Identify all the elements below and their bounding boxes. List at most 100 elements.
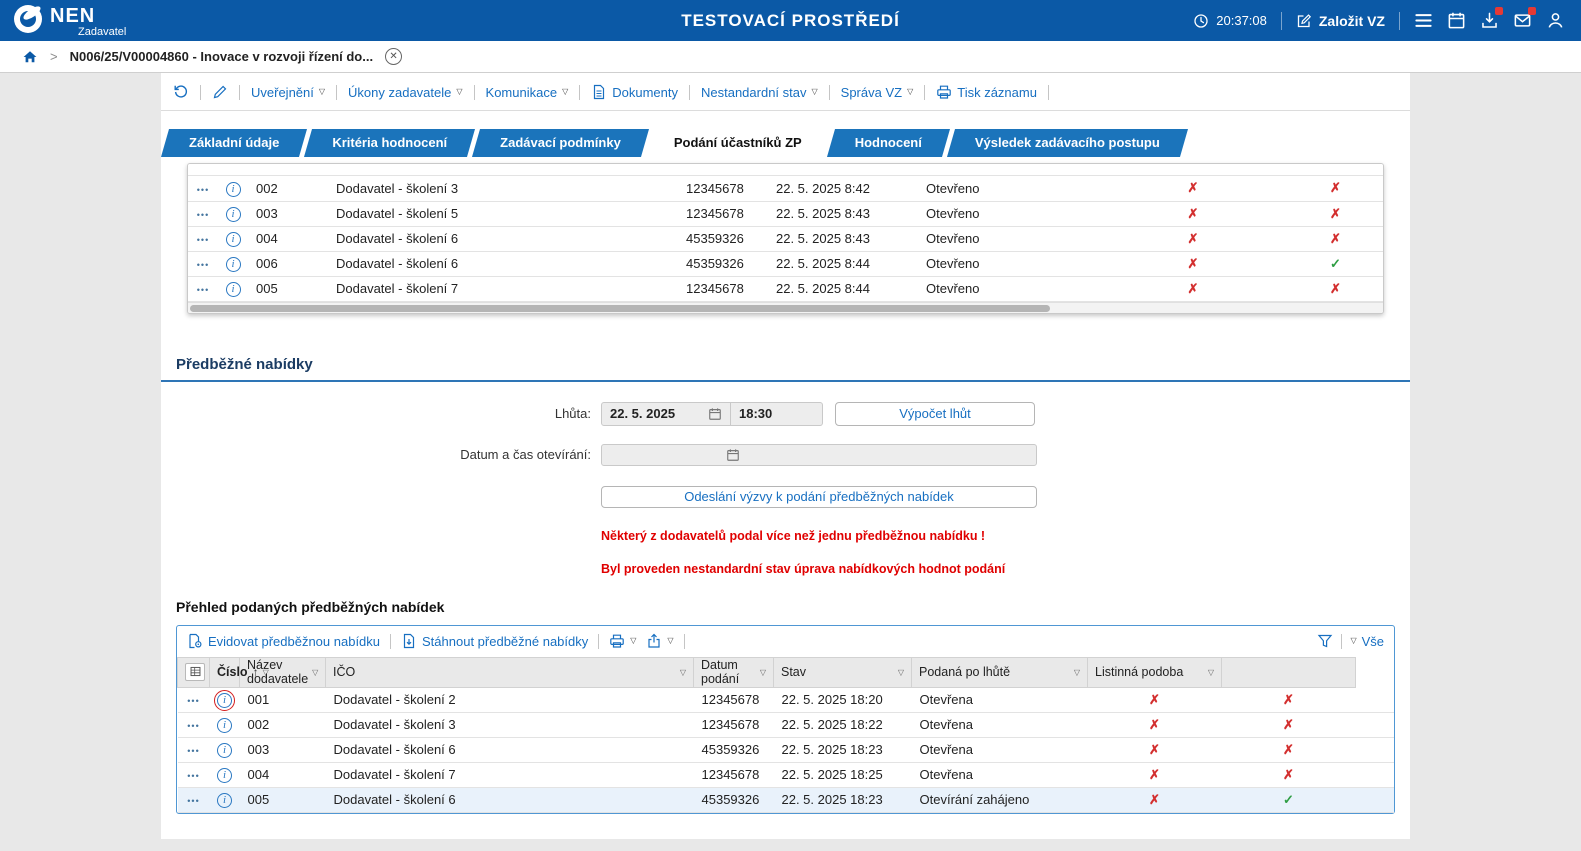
row-actions-icon[interactable]: •••: [197, 185, 209, 195]
menu-ukony-zadavatele[interactable]: Úkony zadavatele▽: [348, 85, 463, 100]
menu-uverejneni[interactable]: Uveřejnění▽: [251, 85, 325, 100]
calendar-icon[interactable]: [708, 407, 722, 421]
tab-kriteria-hodnoceni[interactable]: Kritéria hodnocení: [308, 129, 471, 157]
listinna-mark: ✓: [1330, 256, 1341, 271]
row-actions-icon[interactable]: •••: [197, 285, 209, 295]
filter-icon[interactable]: ▽: [312, 668, 318, 677]
messages-button[interactable]: [1513, 11, 1532, 30]
close-record-icon[interactable]: ✕: [385, 48, 402, 65]
row-actions-icon[interactable]: •••: [187, 796, 199, 806]
cell-stav: Otevřeno: [918, 176, 1123, 201]
info-icon[interactable]: i: [226, 232, 241, 247]
table-row[interactable]: ••• i 003 Dodavatel - školení 5 12345678…: [188, 201, 1384, 226]
separator: [200, 85, 201, 100]
oteviran-datetime-input[interactable]: [601, 444, 1037, 466]
warning-nonstandard-state: Byl proveden nestandardní stav úprava na…: [601, 562, 1410, 576]
cell-ico: 12345678: [694, 762, 774, 787]
table-row[interactable]: ••• i 001 Dodavatel - školení 2 12345678…: [178, 687, 1395, 712]
tab-zakladni-udaje[interactable]: Základní údaje: [165, 129, 303, 157]
tab-zadavaci-podminky[interactable]: Zadávací podmínky: [476, 129, 645, 157]
col-podana-po-lhute[interactable]: Podaná po lhůtě▽: [912, 657, 1088, 687]
export-icon: [646, 633, 662, 649]
cell-datum: 22. 5. 2025 18:22: [774, 712, 912, 737]
cell-stav: Otevřeno: [918, 201, 1123, 226]
export-menu-button[interactable]: ▽: [646, 633, 673, 649]
separator: [689, 85, 690, 100]
info-icon[interactable]: i: [217, 693, 232, 708]
row-actions-icon[interactable]: •••: [187, 746, 199, 756]
filter-vse-dropdown[interactable]: ▽ Vše: [1350, 634, 1384, 649]
cell-stav: Otevřena: [912, 737, 1088, 762]
cell-stav: Otevřeno: [918, 276, 1123, 301]
calendar-button[interactable]: [1447, 11, 1466, 30]
lhuta-date-input[interactable]: 22. 5. 2025: [601, 402, 731, 426]
filter-icon[interactable]: ▽: [1074, 668, 1080, 677]
profile-button[interactable]: [1546, 11, 1565, 30]
table-row-partial[interactable]: [188, 164, 1383, 176]
filter-icon[interactable]: ▽: [1208, 668, 1214, 677]
info-icon[interactable]: i: [217, 743, 232, 758]
info-icon[interactable]: i: [226, 257, 241, 272]
table-row[interactable]: ••• i 005 Dodavatel - školení 7 12345678…: [188, 276, 1384, 301]
col-stav[interactable]: Stav▽: [774, 657, 912, 687]
po-lhute-mark: ✗: [1149, 792, 1160, 807]
vypocet-lhut-button[interactable]: Výpočet lhůt: [835, 402, 1035, 426]
row-actions-icon[interactable]: •••: [187, 771, 199, 781]
lhuta-time-input[interactable]: 18:30: [731, 402, 823, 426]
info-icon[interactable]: i: [226, 282, 241, 297]
evidovat-nabidku-button[interactable]: Evidovat předběžnou nabídku: [187, 633, 380, 649]
info-icon[interactable]: i: [217, 793, 232, 808]
grid-icon[interactable]: [185, 663, 205, 681]
col-listinna-podoba[interactable]: Listinná podoba▽: [1088, 657, 1222, 687]
stahnout-nabidky-button[interactable]: Stáhnout předběžné nabídky: [401, 633, 588, 649]
menu-nestandardni-stav[interactable]: Nestandardní stav▽: [701, 85, 818, 100]
print-menu-button[interactable]: ▽: [609, 633, 636, 649]
menu-button[interactable]: [1414, 11, 1433, 30]
info-icon[interactable]: i: [226, 207, 241, 222]
info-icon[interactable]: i: [226, 182, 241, 197]
table-row[interactable]: ••• i 002 Dodavatel - školení 3 12345678…: [178, 712, 1395, 737]
table-row[interactable]: ••• i 006 Dodavatel - školení 6 45359326…: [188, 251, 1384, 276]
edit-button[interactable]: [212, 84, 228, 100]
menu-sprava-vz[interactable]: Správa VZ▽: [841, 85, 914, 100]
row-actions-icon[interactable]: •••: [187, 721, 199, 731]
row-actions-icon[interactable]: •••: [197, 235, 209, 245]
breadcrumb-record[interactable]: N006/25/V00004860 - Inovace v rozvoji ří…: [70, 49, 373, 64]
col-nazev-dodavatele[interactable]: Název dodavatele▽: [240, 657, 326, 687]
table-row[interactable]: ••• i 002 Dodavatel - školení 3 12345678…: [188, 176, 1384, 201]
table-row[interactable]: ••• i 004 Dodavatel - školení 7 12345678…: [178, 762, 1395, 787]
tab-podani-ucastniku-zp[interactable]: Podání účastníků ZP: [650, 129, 826, 157]
downloads-button[interactable]: [1480, 11, 1499, 30]
table-row[interactable]: ••• i 003 Dodavatel - školení 6 45359326…: [178, 737, 1395, 762]
row-actions-icon[interactable]: •••: [197, 210, 209, 220]
create-vz-button[interactable]: Založit VZ: [1296, 13, 1385, 29]
scrollbar-thumb[interactable]: [190, 305, 1050, 312]
home-icon[interactable]: [22, 49, 38, 65]
offers-table-header: Číslo↑▽ Název dodavatele▽ IČO▽ Datum pod…: [178, 657, 1395, 687]
history-button[interactable]: [173, 84, 189, 100]
menu-dokumenty[interactable]: Dokumenty: [591, 84, 678, 100]
table-row[interactable]: ••• i 005 Dodavatel - školení 6 45359326…: [178, 787, 1395, 812]
col-ico[interactable]: IČO▽: [326, 657, 694, 687]
filter-icon[interactable]: ▽: [680, 668, 686, 677]
filter-icon[interactable]: ▽: [898, 668, 904, 677]
odeslani-vyzvy-button[interactable]: Odeslání výzvy k podání předběžných nabí…: [601, 486, 1037, 508]
tab-vysledek-zadavaciho-postupu[interactable]: Výsledek zadávacího postupu: [951, 129, 1184, 157]
filter-button[interactable]: [1317, 633, 1333, 649]
document-gear-icon: [187, 633, 203, 649]
menu-komunikace[interactable]: Komunikace▽: [486, 85, 569, 100]
cell-datum: 22. 5. 2025 8:43: [768, 201, 918, 226]
info-icon[interactable]: i: [217, 768, 232, 783]
menu-tisk-zaznamu[interactable]: Tisk záznamu: [936, 84, 1037, 100]
table-row[interactable]: ••• i 004 Dodavatel - školení 6 45359326…: [188, 226, 1384, 251]
record-toolbar: Uveřejnění▽ Úkony zadavatele▽ Komunikace…: [161, 73, 1410, 111]
row-actions-icon[interactable]: •••: [187, 696, 199, 706]
tab-hodnoceni[interactable]: Hodnocení: [831, 129, 946, 157]
col-cislo[interactable]: Číslo↑▽: [210, 657, 240, 687]
row-actions-icon[interactable]: •••: [197, 260, 209, 270]
cell-ico: 45359326: [678, 226, 768, 251]
col-datum-podani[interactable]: Datum podání▽: [694, 657, 774, 687]
po-lhute-mark: ✗: [1149, 742, 1160, 757]
info-icon[interactable]: i: [217, 718, 232, 733]
filter-icon[interactable]: ▽: [760, 668, 766, 677]
